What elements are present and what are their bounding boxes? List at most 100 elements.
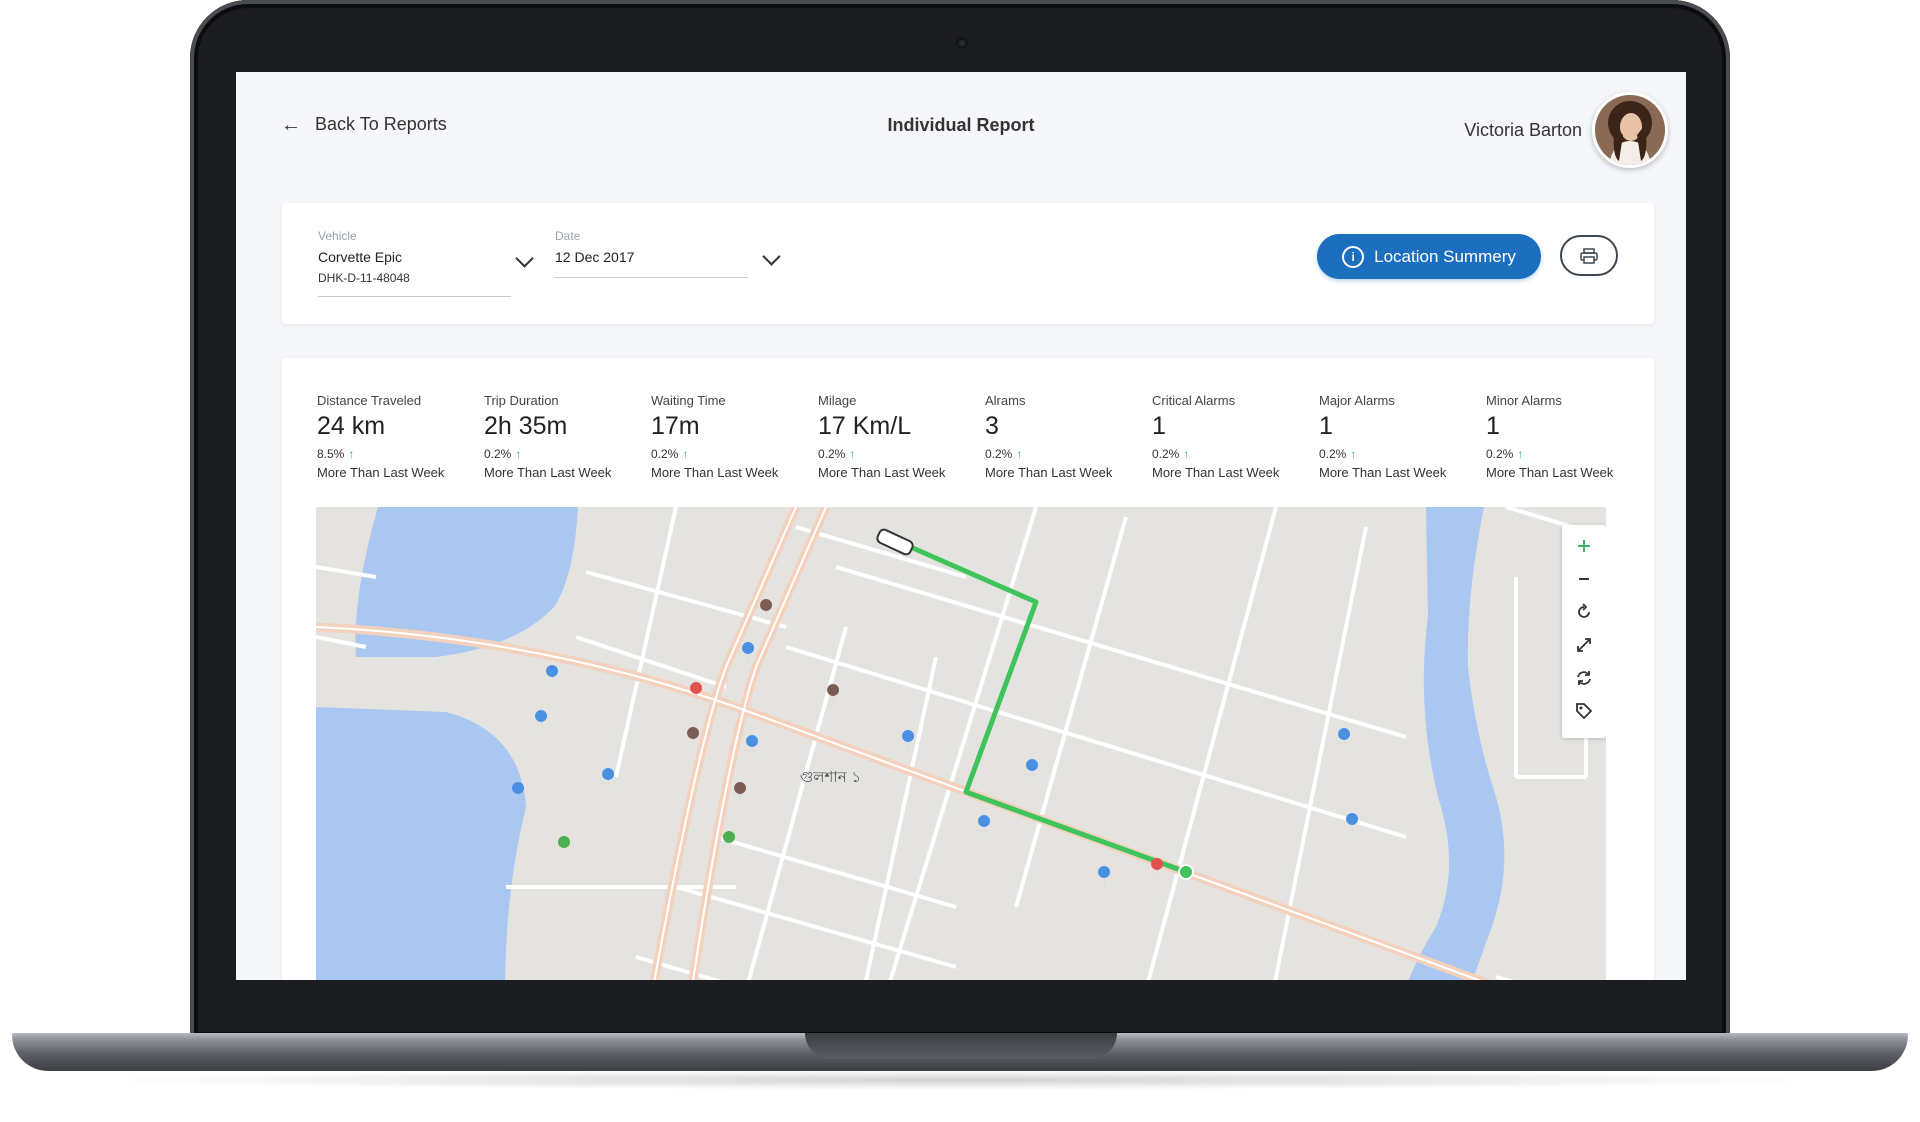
laptop-notch (805, 1033, 1117, 1059)
stat-value: 24 km (317, 412, 386, 440)
stat-alarms: Alrams 3 0.2% ↑ More Than Last Week (985, 393, 1135, 480)
vehicle-underline (318, 296, 511, 297)
user-name: Victoria Barton (1464, 119, 1582, 140)
arrow-up-icon: ↑ (1350, 447, 1357, 461)
stat-value: 1 (1319, 412, 1333, 440)
stat-label: Major Alarms (1319, 393, 1395, 408)
stat-label: Trip Duration (484, 393, 559, 408)
arrow-up-icon: ↑ (682, 447, 689, 461)
vehicle-select[interactable]: Vehicle Corvette Epic DHK-D-11-48048 (318, 229, 513, 285)
arrow-up-icon: ↑ (1517, 447, 1524, 461)
arrow-up-icon: ↑ (1183, 447, 1190, 461)
chevron-down-icon[interactable] (515, 249, 534, 268)
stat-change-value: 0.2% (651, 447, 679, 461)
stat-label: Critical Alarms (1152, 393, 1236, 408)
area-label: গুলশান ১ (800, 768, 861, 786)
vehicle-plate: DHK-D-11-48048 (318, 271, 410, 285)
fullscreen-icon (1577, 637, 1591, 652)
refresh-button[interactable] (1562, 661, 1606, 694)
stat-change-value: 0.2% (985, 447, 1013, 461)
stat-note: More Than Last Week (818, 465, 946, 480)
rotate-button[interactable] (1562, 595, 1606, 628)
arrow-up-icon: ↑ (1016, 447, 1023, 461)
report-card: Distance Traveled 24 km 8.5% ↑ More Than … (282, 358, 1654, 980)
top-bar: ← Back To Reports Individual Report Vict… (236, 72, 1686, 182)
tag-button[interactable] (1562, 694, 1606, 727)
stat-trip-duration: Trip Duration 2h 35m 0.2% ↑ More Than Las… (484, 393, 634, 480)
stat-note: More Than Last Week (985, 465, 1113, 480)
stat-value: 17 Km/L (818, 412, 912, 440)
stat-note: More Than Last Week (317, 465, 445, 480)
stat-change: 0.2% ↑ (484, 447, 634, 461)
stat-change: 0.2% ↑ (1319, 447, 1469, 461)
camera-icon (956, 37, 968, 49)
zoom-in-button[interactable] (1562, 529, 1606, 562)
stat-label: Minor Alarms (1486, 393, 1562, 408)
stat-label: Alrams (985, 393, 1026, 408)
stat-change: 0.2% ↑ (1152, 447, 1302, 461)
date-value: 12 Dec 2017 (555, 249, 635, 265)
date-underline (555, 277, 748, 278)
stat-change-value: 8.5% (317, 447, 345, 461)
app-screen: ← Back To Reports Individual Report Vict… (236, 72, 1686, 980)
stat-change-value: 0.2% (484, 447, 512, 461)
rotate-icon (1578, 602, 1590, 618)
stat-value: 1 (1486, 412, 1500, 440)
stat-label: Milage (818, 393, 857, 408)
stat-change: 0.2% ↑ (818, 447, 968, 461)
print-button[interactable] (1560, 235, 1618, 276)
arrow-up-icon: ↑ (348, 447, 355, 461)
stat-change: 0.2% ↑ (1486, 447, 1636, 461)
route-map[interactable]: গুলশান ১ (316, 507, 1606, 980)
stat-critical-alarms: Critical Alarms 1 0.2% ↑ More Than Last W… (1152, 393, 1302, 480)
vehicle-name: Corvette Epic (318, 249, 403, 265)
stat-value: 17m (651, 412, 700, 440)
tag-icon (1576, 702, 1593, 719)
map-controls (1562, 525, 1606, 738)
stat-distance: Distance Traveled 24 km 8.5% ↑ More Than … (317, 393, 467, 480)
fullscreen-button[interactable] (1562, 628, 1606, 661)
stat-minor-alarms: Minor Alarms 1 0.2% ↑ More Than Last Week (1486, 393, 1636, 480)
date-label: Date (555, 229, 581, 243)
stat-note: More Than Last Week (651, 465, 779, 480)
map-canvas[interactable]: গুলশান ১ (316, 507, 1606, 980)
zoom-out-icon (1579, 577, 1589, 580)
location-summary-button[interactable]: i Location Summery (1317, 234, 1541, 279)
vehicle-label: Vehicle (318, 229, 357, 243)
stat-value: 2h 35m (484, 412, 568, 440)
stat-milage: Milage 17 Km/L 0.2% ↑ More Than Last Week (818, 393, 968, 480)
stat-change: 0.2% ↑ (651, 447, 801, 461)
stat-change-value: 0.2% (1152, 447, 1180, 461)
stat-change-value: 0.2% (1486, 447, 1514, 461)
stat-note: More Than Last Week (1486, 465, 1614, 480)
stat-change-value: 0.2% (1319, 447, 1347, 461)
route-end-marker[interactable] (1178, 864, 1194, 880)
location-summary-label: Location Summery (1374, 246, 1516, 266)
zoom-out-button[interactable] (1562, 562, 1606, 595)
filter-card: Vehicle Corvette Epic DHK-D-11-48048 Dat… (282, 203, 1654, 324)
printer-icon (1580, 247, 1598, 264)
stat-note: More Than Last Week (1152, 465, 1280, 480)
stat-major-alarms: Major Alarms 1 0.2% ↑ More Than Last Week (1319, 393, 1469, 480)
stat-change: 0.2% ↑ (985, 447, 1135, 461)
info-icon: i (1342, 245, 1365, 268)
stats-row: Distance Traveled 24 km 8.5% ↑ More Than … (317, 393, 1637, 480)
date-select[interactable]: Date 12 Dec 2017 (555, 229, 750, 265)
avatar[interactable] (1592, 92, 1668, 168)
user-menu[interactable]: Victoria Barton (1464, 92, 1668, 168)
stat-change-value: 0.2% (818, 447, 846, 461)
stat-change: 8.5% ↑ (317, 447, 467, 461)
stat-label: Waiting Time (651, 393, 726, 408)
stat-waiting-time: Waiting Time 17m 0.2% ↑ More Than Last We… (651, 393, 801, 480)
stat-value: 1 (1152, 412, 1166, 440)
arrow-up-icon: ↑ (849, 447, 856, 461)
lake-west (316, 707, 526, 980)
refresh-icon (1577, 670, 1591, 685)
stat-note: More Than Last Week (1319, 465, 1447, 480)
stat-value: 3 (985, 412, 999, 440)
laptop-shadow (80, 1070, 1840, 1090)
chevron-down-icon[interactable] (762, 247, 781, 266)
stat-note: More Than Last Week (484, 465, 612, 480)
zoom-in-icon (1578, 539, 1590, 552)
arrow-up-icon: ↑ (515, 447, 522, 461)
